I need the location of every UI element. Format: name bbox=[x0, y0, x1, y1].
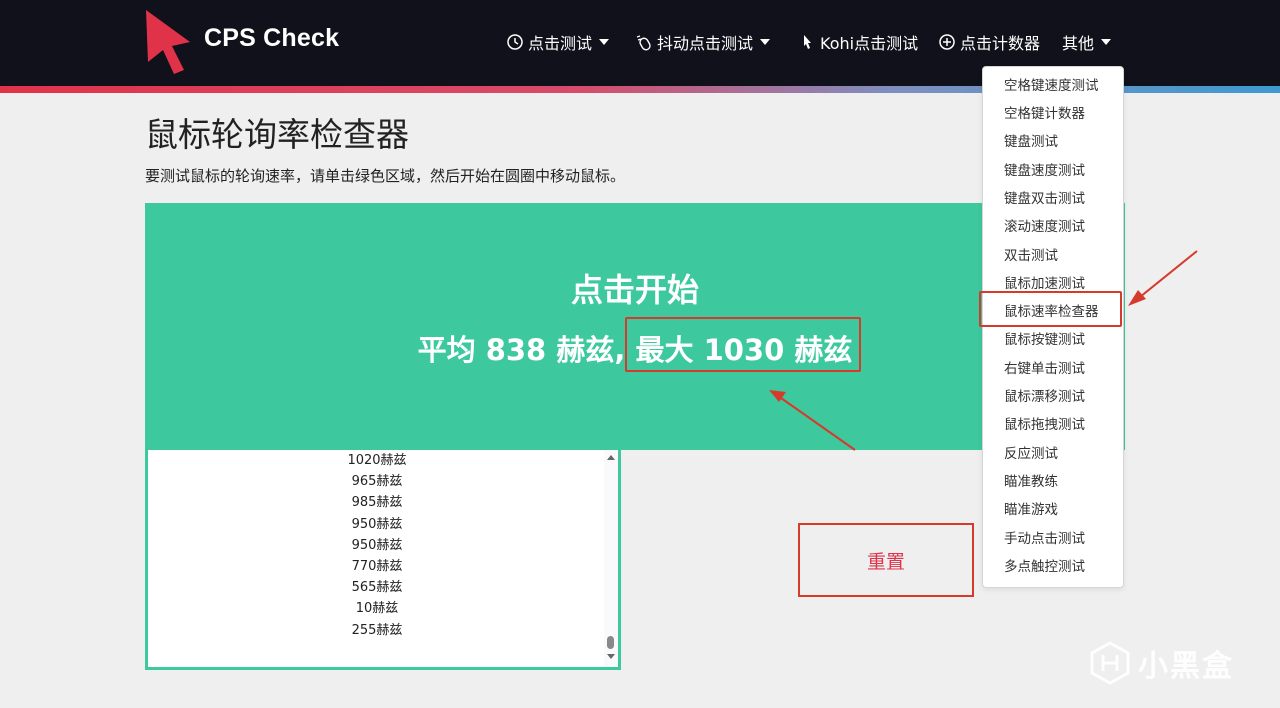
start-prompt: 点击开始 bbox=[570, 271, 699, 309]
watermark-text: 小黑盒 bbox=[1138, 649, 1234, 684]
rate-log-list[interactable]: 1020赫兹 965赫兹 985赫兹 950赫兹 950赫兹 770赫兹 565… bbox=[145, 450, 621, 670]
log-entries: 1020赫兹 965赫兹 985赫兹 950赫兹 950赫兹 770赫兹 565… bbox=[148, 450, 606, 641]
menu-item-manual-click-test[interactable]: 手动点击测试 bbox=[983, 525, 1123, 553]
menu-item-keyboard-double-click-test[interactable]: 键盘双击测试 bbox=[983, 185, 1123, 213]
menu-item-multitouch-test[interactable]: 多点触控测试 bbox=[983, 553, 1123, 581]
log-item: 950赫兹 bbox=[351, 516, 403, 532]
page-title: 鼠标轮询率检查器 bbox=[145, 115, 409, 154]
instruction-text: 要测试鼠标的轮询速率，请单击绿色区域，然后开始在圆圈中移动鼠标。 bbox=[145, 167, 626, 185]
menu-item-keyboard-speed-test[interactable]: 键盘速度测试 bbox=[983, 157, 1123, 185]
reset-button[interactable]: 重置 bbox=[798, 523, 974, 597]
brand-name[interactable]: CPS Check bbox=[204, 24, 339, 53]
log-item: 950赫兹 bbox=[351, 537, 403, 553]
log-scrollbar[interactable] bbox=[604, 450, 618, 667]
arrow-to-menu-item-icon bbox=[1128, 250, 1198, 306]
menu-item-double-click-test[interactable]: 双击测试 bbox=[983, 242, 1123, 270]
chevron-down-icon bbox=[599, 39, 610, 45]
menu-item-spacebar-speed-test[interactable]: 空格键速度测试 bbox=[983, 72, 1123, 100]
chevron-down-icon bbox=[1101, 39, 1112, 45]
nav-kohi-click-test[interactable]: Kohi点击测试 bbox=[798, 30, 918, 54]
log-item: 255赫兹 bbox=[351, 622, 403, 638]
menu-item-reaction-test[interactable]: 反应测试 bbox=[983, 440, 1123, 468]
log-item: 1020赫兹 bbox=[347, 453, 407, 468]
log-item: 965赫兹 bbox=[351, 474, 403, 490]
menu-item-mouse-button-test[interactable]: 鼠标按键测试 bbox=[983, 326, 1123, 354]
menu-item-scroll-speed-test[interactable]: 滚动速度测试 bbox=[983, 213, 1123, 241]
log-item: 770赫兹 bbox=[351, 558, 403, 574]
xiaoheihe-logo-icon bbox=[1090, 641, 1130, 685]
menu-item-spacebar-counter[interactable]: 空格键计数器 bbox=[983, 100, 1123, 128]
cursor-icon bbox=[804, 35, 811, 49]
cursor-logo-icon[interactable] bbox=[144, 8, 192, 76]
clock-icon bbox=[507, 34, 523, 50]
nav-click-counter-label: 点击计数器 bbox=[960, 34, 1041, 53]
chevron-down-icon bbox=[760, 39, 771, 45]
nav-jitter-click-test[interactable]: 抖动点击测试 bbox=[635, 30, 771, 54]
mouse-icon bbox=[636, 35, 651, 51]
nav-click-counter[interactable]: 点击计数器 bbox=[938, 30, 1040, 54]
menu-item-keyboard-test[interactable]: 键盘测试 bbox=[983, 128, 1123, 156]
plus-circle-icon bbox=[939, 34, 955, 50]
nav-other[interactable]: 其他 bbox=[1062, 30, 1112, 54]
menu-item-mouse-drift-test[interactable]: 鼠标漂移测试 bbox=[983, 383, 1123, 411]
average-rate: 平均 838 赫兹, bbox=[417, 333, 626, 367]
scroll-up-arrow-icon[interactable] bbox=[607, 455, 615, 460]
max-rate-annotation-box bbox=[625, 317, 861, 372]
menu-item-right-click-test[interactable]: 右键单击测试 bbox=[983, 355, 1123, 383]
scrollbar-thumb[interactable] bbox=[607, 636, 614, 649]
nav-other-label: 其他 bbox=[1062, 34, 1095, 53]
menu-item-aim-trainer[interactable]: 瞄准教练 bbox=[983, 468, 1123, 496]
log-item: 565赫兹 bbox=[351, 580, 403, 596]
menu-item-aim-game[interactable]: 瞄准游戏 bbox=[983, 496, 1123, 524]
nav-click-test[interactable]: 点击测试 bbox=[506, 30, 610, 54]
nav-jitter-click-test-label: 抖动点击测试 bbox=[657, 34, 754, 53]
scroll-down-arrow-icon[interactable] bbox=[607, 654, 615, 659]
menu-item-mouse-drag-test[interactable]: 鼠标拖拽测试 bbox=[983, 411, 1123, 439]
other-dropdown-menu: 空格键速度测试 空格键计数器 键盘测试 键盘速度测试 键盘双击测试 滚动速度测试… bbox=[982, 66, 1124, 588]
nav-kohi-click-test-label: Kohi点击测试 bbox=[820, 34, 919, 53]
log-item: 10赫兹 bbox=[355, 601, 399, 617]
watermark: 小黑盒 bbox=[1088, 636, 1234, 690]
menu-highlight-annotation-box bbox=[979, 291, 1122, 327]
log-item: 985赫兹 bbox=[351, 495, 403, 511]
nav-click-test-label: 点击测试 bbox=[528, 34, 593, 53]
